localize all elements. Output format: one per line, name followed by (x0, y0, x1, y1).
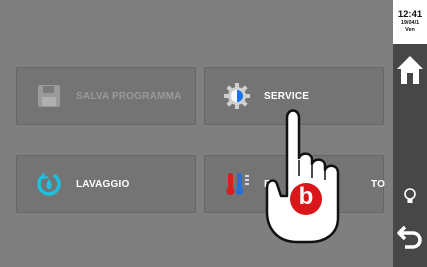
clock-date: 19/04/1 (400, 20, 420, 26)
washing-label: LAVAGGIO (76, 178, 130, 190)
clock-panel: 12:41 19/04/1 Ven (393, 0, 427, 44)
pointing-hand-overlay: b (255, 100, 365, 250)
save-disk-icon (30, 77, 68, 115)
clock-day: Ven (405, 27, 415, 33)
home-icon[interactable] (393, 54, 427, 88)
save-program-button[interactable]: SALVA PROGRAMMA (16, 67, 196, 125)
washing-cycle-icon (30, 165, 68, 203)
lightbulb-icon[interactable] (393, 187, 427, 207)
save-program-label: SALVA PROGRAMMA (76, 90, 182, 102)
back-arrow-icon[interactable] (393, 219, 427, 249)
right-sidebar: 12:41 19/04/1 Ven (393, 0, 427, 267)
cooling-label-right: TO (371, 178, 386, 190)
thermometer-icon (218, 165, 256, 203)
washing-button[interactable]: LAVAGGIO (16, 155, 196, 213)
badge-letter: b (298, 183, 314, 210)
gear-icon (218, 77, 256, 115)
clock-time: 12:41 (397, 9, 423, 20)
